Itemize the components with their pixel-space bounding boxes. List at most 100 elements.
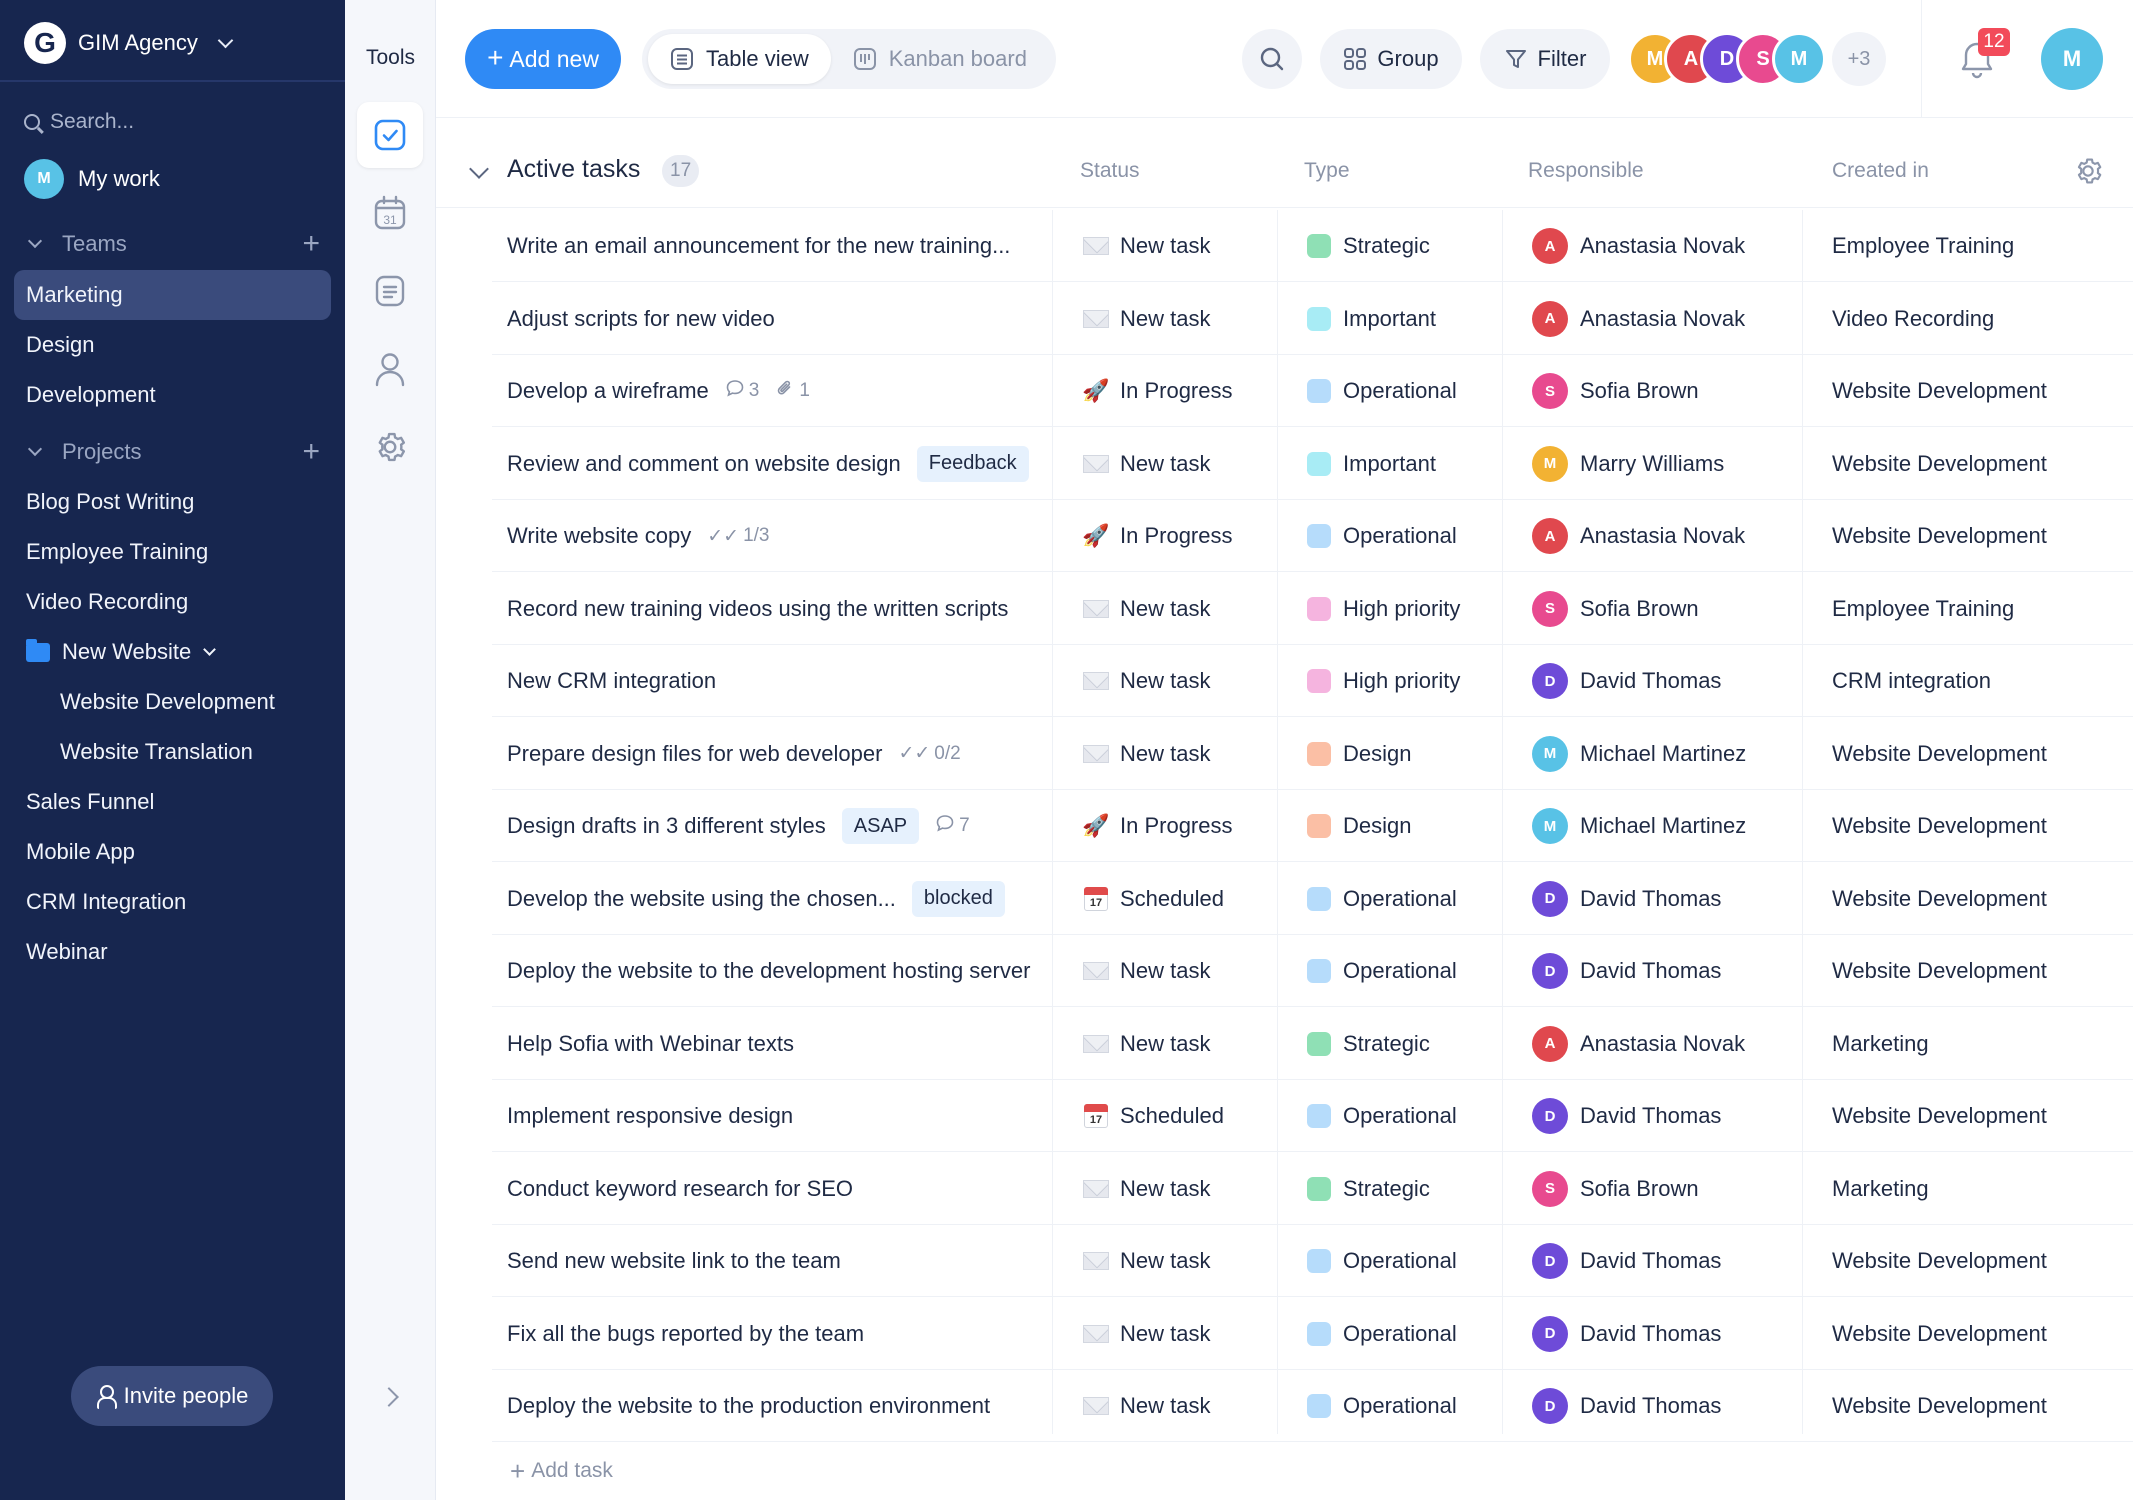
- table-row[interactable]: Fix all the bugs reported by the team New…: [492, 1298, 2133, 1370]
- task-cell[interactable]: Write an email announcement for the new …: [507, 210, 1042, 282]
- status-cell[interactable]: 🚀 In Progress: [1082, 355, 1302, 427]
- responsible-cell[interactable]: S Sofia Brown: [1532, 355, 1812, 427]
- status-cell[interactable]: New task: [1082, 283, 1302, 355]
- task-cell[interactable]: Deploy the website to the production env…: [507, 1370, 1042, 1442]
- responsible-cell[interactable]: D David Thomas: [1532, 1370, 1812, 1442]
- task-name[interactable]: Send new website link to the team: [507, 1248, 841, 1274]
- member-avatar[interactable]: M: [1772, 32, 1826, 86]
- column-header-status[interactable]: Status: [1080, 159, 1140, 183]
- responsible-cell[interactable]: A Anastasia Novak: [1532, 500, 1812, 572]
- task-cell[interactable]: Develop a wireframe 3 1: [507, 355, 1042, 427]
- task-cell[interactable]: Review and comment on website design Feed…: [507, 428, 1042, 500]
- team-members[interactable]: M A D S M +3: [1628, 31, 1886, 87]
- sidebar-item-website-development[interactable]: Website Development: [14, 677, 331, 727]
- task-name[interactable]: Adjust scripts for new video: [507, 306, 775, 332]
- type-cell[interactable]: Important: [1307, 428, 1522, 500]
- task-name[interactable]: Develop the website using the chosen...: [507, 886, 896, 912]
- column-header-responsible[interactable]: Responsible: [1528, 159, 1644, 183]
- type-cell[interactable]: Operational: [1307, 935, 1522, 1007]
- type-cell[interactable]: Operational: [1307, 1370, 1522, 1442]
- created-in-cell[interactable]: Marketing: [1832, 1008, 2132, 1080]
- created-in-cell[interactable]: Website Development: [1832, 355, 2132, 427]
- created-in-cell[interactable]: Website Development: [1832, 1370, 2132, 1442]
- created-in-cell[interactable]: Website Development: [1832, 935, 2132, 1007]
- responsible-cell[interactable]: M Marry Williams: [1532, 428, 1812, 500]
- table-row[interactable]: Adjust scripts for new video New task Impo…: [492, 283, 2133, 355]
- status-cell[interactable]: New task: [1082, 1225, 1302, 1297]
- table-settings-icon[interactable]: [2072, 155, 2104, 187]
- task-cell[interactable]: Implement responsive design: [507, 1080, 1042, 1152]
- search-button[interactable]: [1242, 29, 1302, 89]
- task-name[interactable]: Deploy the website to the production env…: [507, 1393, 990, 1419]
- sidebar-item-design[interactable]: Design: [14, 320, 331, 370]
- status-cell[interactable]: New task: [1082, 210, 1302, 282]
- type-cell[interactable]: Design: [1307, 718, 1522, 790]
- type-cell[interactable]: High priority: [1307, 645, 1522, 717]
- task-name[interactable]: Record new training videos using the wri…: [507, 596, 1008, 622]
- sidebar-item-webinar[interactable]: Webinar: [14, 927, 331, 977]
- status-cell[interactable]: 17 Scheduled: [1082, 1080, 1302, 1152]
- type-cell[interactable]: Strategic: [1307, 1153, 1522, 1225]
- status-cell[interactable]: 🚀 In Progress: [1082, 500, 1302, 572]
- type-cell[interactable]: Operational: [1307, 1225, 1522, 1297]
- responsible-cell[interactable]: D David Thomas: [1532, 1298, 1812, 1370]
- type-cell[interactable]: Strategic: [1307, 210, 1522, 282]
- table-row[interactable]: Write an email announcement for the new …: [492, 210, 2133, 282]
- table-row[interactable]: Deploy the website to the development ho…: [492, 935, 2133, 1007]
- created-in-cell[interactable]: CRM integration: [1832, 645, 2132, 717]
- created-in-cell[interactable]: Marketing: [1832, 1153, 2132, 1225]
- created-in-cell[interactable]: Website Development: [1832, 1225, 2132, 1297]
- task-cell[interactable]: Design drafts in 3 different styles ASAP 7: [507, 790, 1042, 862]
- created-in-cell[interactable]: Website Development: [1832, 428, 2132, 500]
- responsible-cell[interactable]: D David Thomas: [1532, 935, 1812, 1007]
- task-cell[interactable]: Write website copy ✓✓ 1/3: [507, 500, 1042, 572]
- task-name[interactable]: Design drafts in 3 different styles: [507, 813, 826, 839]
- created-in-cell[interactable]: Website Development: [1832, 718, 2132, 790]
- created-in-cell[interactable]: Website Development: [1832, 1298, 2132, 1370]
- my-work-link[interactable]: M My work: [24, 158, 160, 200]
- type-cell[interactable]: Strategic: [1307, 1008, 1522, 1080]
- table-row[interactable]: Prepare design files for web developer ✓✓…: [492, 718, 2133, 790]
- sidebar-item-new-website[interactable]: New Website: [14, 627, 331, 677]
- add-task-button[interactable]: + Add task: [510, 1458, 613, 1484]
- responsible-cell[interactable]: D David Thomas: [1532, 1225, 1812, 1297]
- task-name[interactable]: Deploy the website to the development ho…: [507, 958, 1030, 984]
- task-cell[interactable]: Send new website link to the team: [507, 1225, 1042, 1297]
- column-header-type[interactable]: Type: [1304, 159, 1350, 183]
- task-tag[interactable]: blocked: [911, 880, 1005, 917]
- type-cell[interactable]: Operational: [1307, 863, 1522, 935]
- table-row[interactable]: New CRM integration New task High priority…: [492, 645, 2133, 717]
- task-cell[interactable]: New CRM integration: [507, 645, 1042, 717]
- created-in-cell[interactable]: Website Development: [1832, 790, 2132, 862]
- task-name[interactable]: Develop a wireframe: [507, 378, 709, 404]
- status-cell[interactable]: New task: [1082, 718, 1302, 790]
- status-cell[interactable]: New task: [1082, 1298, 1302, 1370]
- responsible-cell[interactable]: S Sofia Brown: [1532, 1153, 1812, 1225]
- task-name[interactable]: Prepare design files for web developer: [507, 741, 882, 767]
- task-name[interactable]: New CRM integration: [507, 668, 716, 694]
- table-row[interactable]: Implement responsive design 17 Scheduled Op…: [492, 1080, 2133, 1152]
- tool-people[interactable]: [357, 336, 423, 402]
- type-cell[interactable]: Operational: [1307, 500, 1522, 572]
- type-cell[interactable]: Important: [1307, 283, 1522, 355]
- responsible-cell[interactable]: D David Thomas: [1532, 863, 1812, 935]
- table-row[interactable]: Develop a wireframe 3 1 🚀 In Progress Operati…: [492, 355, 2133, 427]
- task-cell[interactable]: Help Sofia with Webinar texts: [507, 1008, 1042, 1080]
- task-cell[interactable]: Adjust scripts for new video: [507, 283, 1042, 355]
- tab-kanban-board[interactable]: Kanban board: [831, 34, 1049, 84]
- task-name[interactable]: Conduct keyword research for SEO: [507, 1176, 853, 1202]
- type-cell[interactable]: Operational: [1307, 1298, 1522, 1370]
- tool-settings[interactable]: [357, 414, 423, 480]
- created-in-cell[interactable]: Video Recording: [1832, 283, 2132, 355]
- sidebar-item-crm-integration[interactable]: CRM Integration: [14, 877, 331, 927]
- task-name[interactable]: Help Sofia with Webinar texts: [507, 1031, 794, 1057]
- task-tag[interactable]: ASAP: [841, 808, 920, 844]
- table-row[interactable]: Develop the website using the chosen... b…: [492, 863, 2133, 935]
- task-cell[interactable]: Prepare design files for web developer ✓✓…: [507, 718, 1042, 790]
- task-name[interactable]: Review and comment on website design: [507, 451, 901, 477]
- invite-people-button[interactable]: Invite people: [71, 1366, 273, 1426]
- created-in-cell[interactable]: Employee Training: [1832, 210, 2132, 282]
- status-cell[interactable]: New task: [1082, 573, 1302, 645]
- task-name[interactable]: Write an email announcement for the new …: [507, 233, 1010, 259]
- add-team-icon[interactable]: +: [302, 229, 320, 259]
